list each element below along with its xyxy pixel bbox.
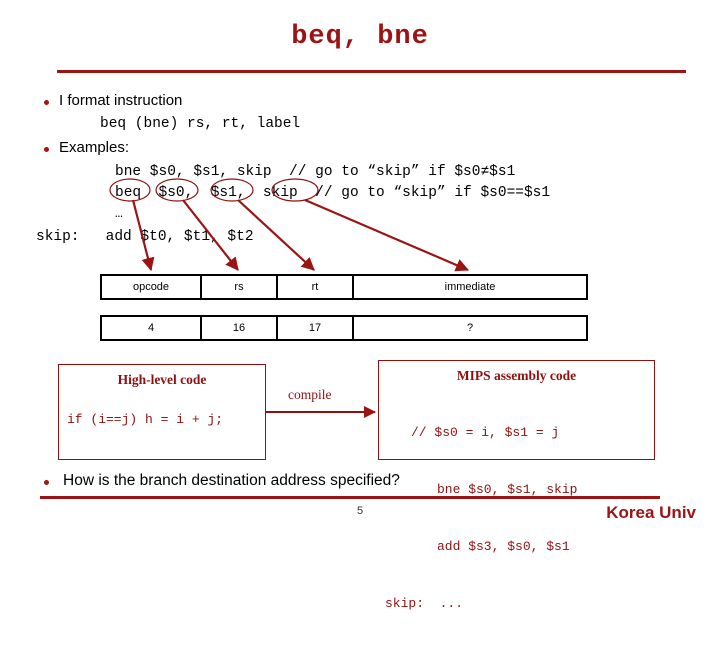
- high-level-code-box: High-level code if (i==j) h = i + j;: [58, 364, 266, 460]
- high-level-code-heading: High-level code: [117, 372, 207, 387]
- code-line-beq-example: beq $s0, $s1, skip // go to “skip” if $s…: [115, 185, 551, 201]
- field-header-opcode: opcode: [102, 276, 202, 298]
- code-line-bne-example: bne $s0, $s1, skip // go to “skip” if $s…: [115, 164, 516, 180]
- bullet-dot-icon: [44, 100, 49, 105]
- compile-label: compile: [288, 387, 332, 402]
- bullet-dot-icon: [44, 147, 49, 152]
- code-line-ellipsis: …: [115, 206, 123, 221]
- slide-canvas: beq, bne I format instruction beq (bne) …: [0, 0, 720, 611]
- instruction-format-field-row: opcode rs rt immediate: [100, 274, 588, 300]
- footer-divider: [40, 496, 660, 499]
- mips-code-heading: MIPS assembly code: [456, 368, 577, 383]
- high-level-code-text: if (i==j) h = i + j;: [67, 412, 224, 427]
- bullet-dot-icon: [44, 480, 49, 485]
- field-value-immediate: ?: [466, 322, 474, 334]
- bullet-examples: Examples:: [44, 139, 129, 157]
- field-header-rt: rt: [278, 276, 354, 298]
- mips-assembly-code-box: MIPS assembly code // $s0 = i, $s1 = j b…: [378, 360, 655, 611]
- bullet-label-examples: Examples:: [59, 139, 130, 156]
- field-header-rs: rs: [202, 276, 278, 298]
- bullet-label-question: How is the branch destination address sp…: [63, 472, 400, 489]
- code-line-skip-add: skip: add $t0, $t1, $t2: [36, 229, 254, 245]
- bullet-i-format-instruction: I format instruction: [44, 92, 182, 110]
- instruction-format-value-row: 4 16 17 ?: [100, 315, 588, 341]
- title-divider: [57, 70, 686, 73]
- bullet-label-i-format: I format instruction: [59, 92, 183, 109]
- mips-code-line-comment: // $s0 = i, $s1 = j: [411, 425, 560, 440]
- organization-name: Korea Univ: [606, 503, 696, 522]
- code-line-iformat-syntax: beq (bne) rs, rt, label: [100, 116, 301, 132]
- mips-code-line-skip: skip: ...: [385, 596, 464, 611]
- page-title: beq, bne: [291, 22, 429, 52]
- field-value-rt: 17: [278, 317, 354, 339]
- bullet-branch-destination-question: How is the branch destination address sp…: [44, 472, 400, 490]
- field-header-immediate: immediate: [444, 281, 496, 293]
- field-value-rs: 16: [202, 317, 278, 339]
- arrow-skip-to-immediate: [304, 198, 470, 272]
- field-value-opcode: 4: [102, 317, 202, 339]
